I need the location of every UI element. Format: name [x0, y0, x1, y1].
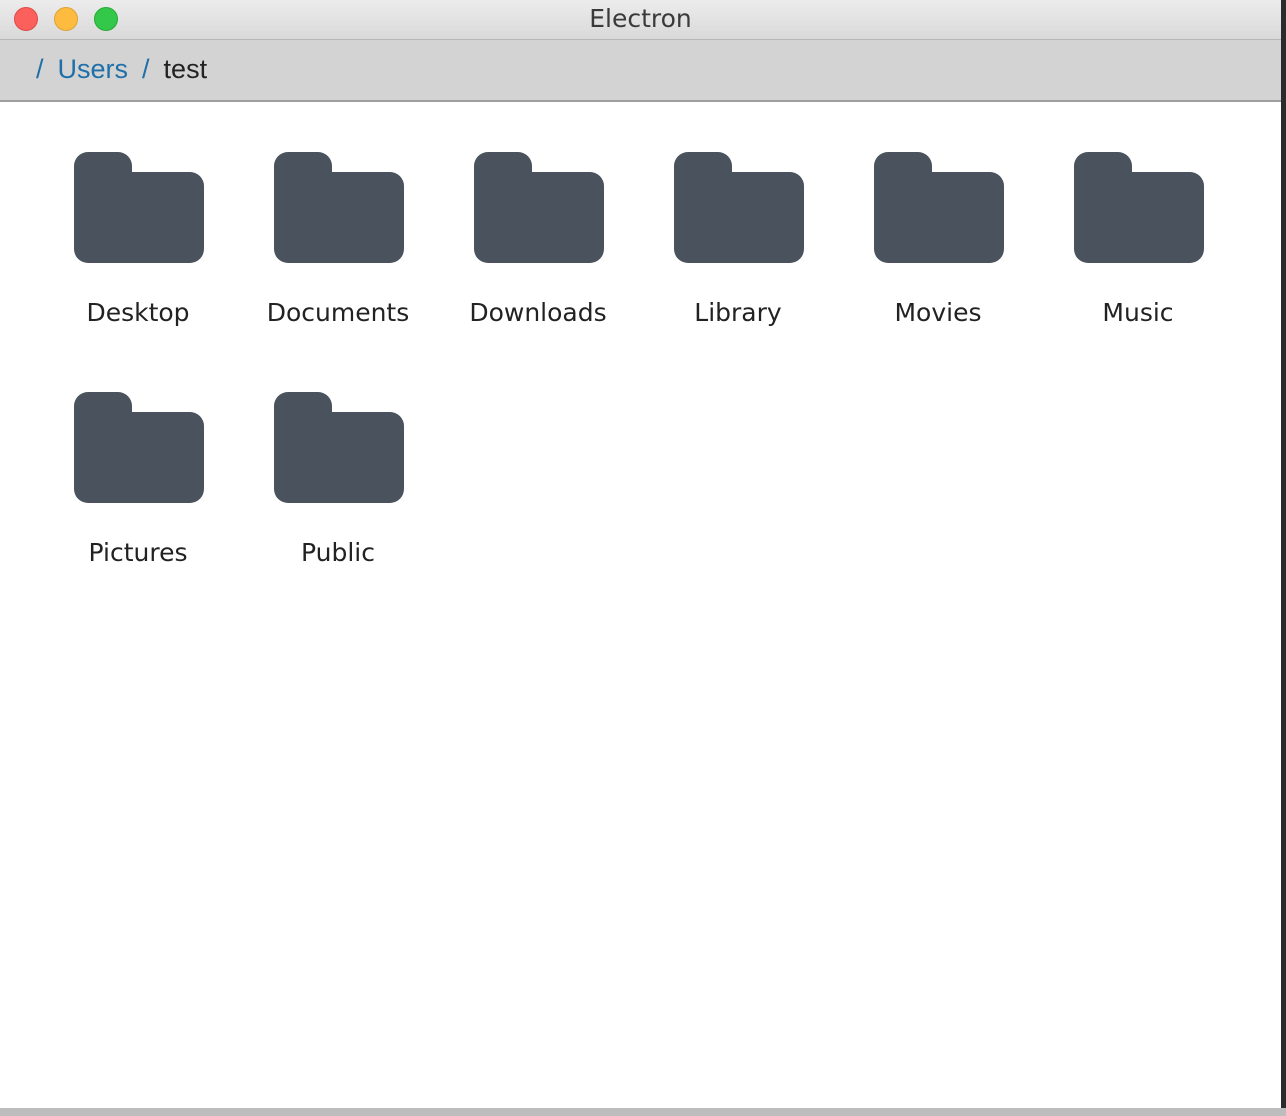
folder-icon — [74, 392, 204, 503]
folder-label: Library — [694, 298, 782, 327]
desktop-edge — [1281, 0, 1286, 1116]
window-bottom-edge — [0, 1108, 1286, 1116]
folder-pictures[interactable]: Pictures — [38, 392, 238, 592]
breadcrumb-item-users[interactable]: Users — [58, 54, 129, 84]
window-title: Electron — [589, 4, 692, 33]
folder-label: Movies — [894, 298, 982, 327]
folder-icon — [274, 392, 404, 503]
folder-icon — [274, 152, 404, 263]
folder-label: Desktop — [86, 298, 190, 327]
breadcrumb-bar: / Users / test — [0, 40, 1281, 102]
folder-label: Pictures — [88, 538, 188, 567]
breadcrumb-item-test: test — [163, 54, 208, 84]
folder-desktop[interactable]: Desktop — [38, 152, 238, 352]
folder-icon — [1074, 152, 1204, 263]
breadcrumb-separator: / — [36, 54, 44, 84]
folder-downloads[interactable]: Downloads — [438, 152, 638, 352]
folder-label: Music — [1102, 298, 1174, 327]
folder-icon — [74, 152, 204, 263]
folder-label: Downloads — [469, 298, 607, 327]
breadcrumb: / Users / test — [36, 54, 207, 85]
folder-label: Documents — [266, 298, 410, 327]
folder-documents[interactable]: Documents — [238, 152, 438, 352]
folder-icon — [874, 152, 1004, 263]
folder-icon — [474, 152, 604, 263]
folder-label: Public — [301, 538, 375, 567]
app-window: Electron / Users / test Desktop Documents D… — [0, 0, 1281, 1110]
folder-movies[interactable]: Movies — [838, 152, 1038, 352]
folder-music[interactable]: Music — [1038, 152, 1238, 352]
folder-icon — [674, 152, 804, 263]
breadcrumb-separator: / — [142, 54, 150, 84]
folder-library[interactable]: Library — [638, 152, 838, 352]
title-bar[interactable]: Electron — [0, 0, 1281, 40]
folder-public[interactable]: Public — [238, 392, 438, 592]
